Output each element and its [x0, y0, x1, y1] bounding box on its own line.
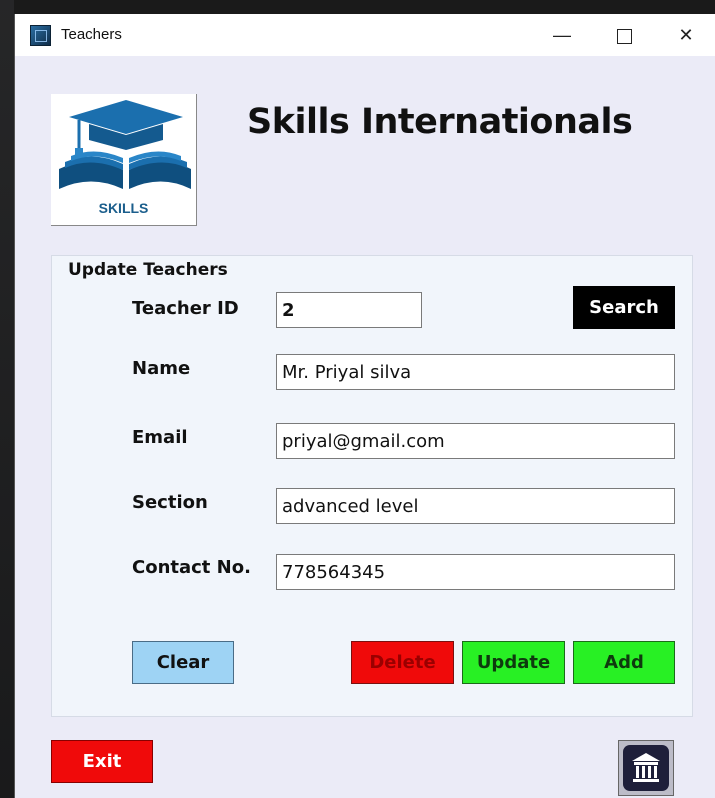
app-icon: [30, 25, 51, 46]
maximize-button[interactable]: [593, 14, 655, 56]
section-input[interactable]: [276, 488, 675, 524]
teacher-id-label: Teacher ID: [132, 298, 239, 319]
name-label: Name: [132, 358, 191, 379]
clear-button[interactable]: Clear: [132, 641, 234, 684]
search-button[interactable]: Search: [573, 286, 675, 329]
contact-input[interactable]: [276, 554, 675, 590]
group-title: Update Teachers: [66, 260, 230, 280]
teachers-window: Teachers — ✕ SKILLS Skills International…: [14, 14, 715, 798]
add-button[interactable]: Add: [573, 641, 675, 684]
contact-label: Contact No.: [132, 557, 251, 578]
skills-logo: SKILLS: [51, 94, 197, 226]
section-label: Section: [132, 492, 208, 513]
minimize-button[interactable]: —: [531, 14, 593, 56]
desktop-background: [0, 0, 14, 798]
name-input[interactable]: [276, 354, 675, 390]
update-teachers-group: Update Teachers Teacher ID Search Name E…: [51, 255, 693, 717]
delete-button[interactable]: Delete: [351, 641, 454, 684]
maximize-icon: [616, 28, 632, 44]
home-button[interactable]: [618, 740, 674, 796]
update-button[interactable]: Update: [462, 641, 565, 684]
title-bar: Teachers — ✕: [15, 14, 715, 56]
company-title: Skills Internationals: [247, 102, 633, 142]
email-label: Email: [132, 427, 188, 448]
window-title: Teachers: [61, 26, 122, 43]
logo-text: SKILLS: [98, 200, 149, 216]
exit-button[interactable]: Exit: [51, 740, 153, 783]
close-button[interactable]: ✕: [655, 14, 715, 56]
graduation-cap-book-icon: [59, 100, 191, 189]
bank-building-icon: [623, 745, 669, 791]
email-input[interactable]: [276, 423, 675, 459]
teacher-id-input[interactable]: [276, 292, 422, 328]
